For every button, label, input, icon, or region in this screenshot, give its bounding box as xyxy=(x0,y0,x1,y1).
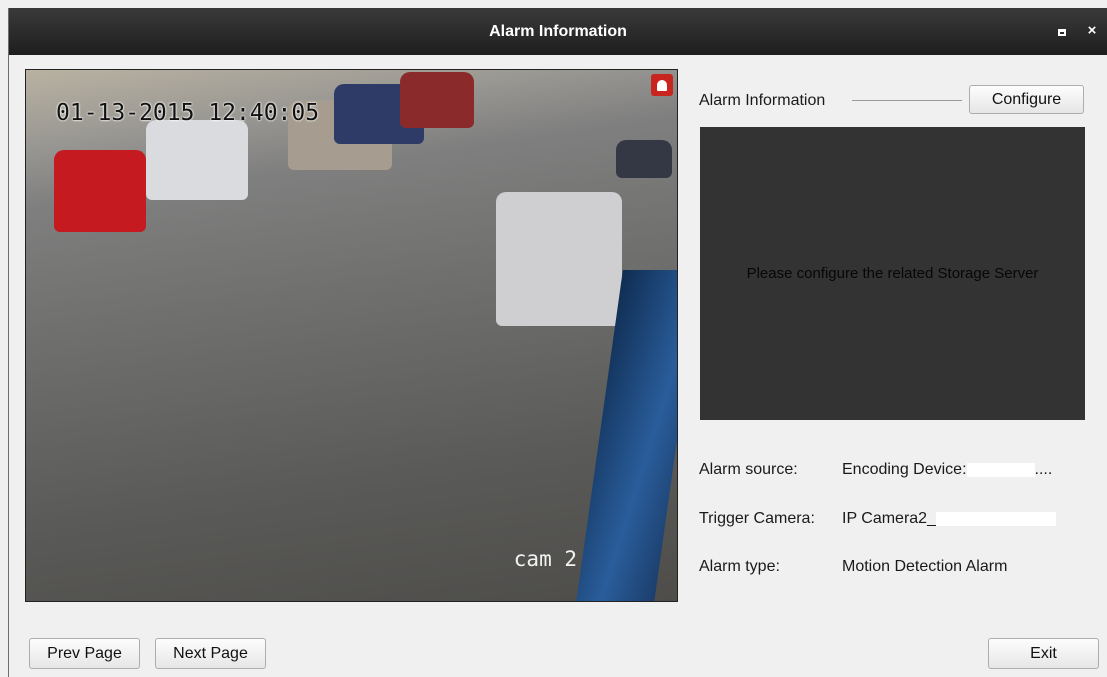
configure-button[interactable]: Configure xyxy=(969,85,1084,114)
alarm-source-label: Alarm source: xyxy=(699,461,798,478)
window-title: Alarm Information xyxy=(489,22,627,40)
maximize-icon[interactable] xyxy=(1053,22,1071,40)
scene-car xyxy=(54,150,146,232)
video-timestamp: 01-13-2015 12:40:05 xyxy=(56,100,320,126)
scene-car xyxy=(616,140,672,178)
alarm-type-label: Alarm type: xyxy=(699,558,780,575)
trigger-camera-prefix: IP Camera2_ xyxy=(842,510,936,527)
close-icon[interactable]: × xyxy=(1083,22,1101,40)
storage-playback-panel: Please configure the related Storage Ser… xyxy=(700,127,1085,420)
scene-car xyxy=(400,72,474,128)
bell-icon xyxy=(651,74,673,96)
camera-snapshot: 01-13-2015 12:40:05 cam 2 xyxy=(25,69,678,602)
alarm-type-value: Motion Detection Alarm xyxy=(842,558,1008,575)
scene-car xyxy=(496,192,622,326)
exit-button[interactable]: Exit xyxy=(988,638,1099,669)
video-camera-label: cam 2 xyxy=(513,547,577,571)
scene-car xyxy=(146,120,248,200)
trigger-camera-value: IP Camera2_ xyxy=(842,510,1056,528)
redaction xyxy=(966,462,1035,477)
alarm-information-window: Alarm Information × 01-13-2015 12:40:05 … xyxy=(8,8,1107,677)
alarm-source-value: Encoding Device:.... xyxy=(842,461,1052,479)
storage-message: Please configure the related Storage Ser… xyxy=(746,265,1039,282)
trigger-camera-label: Trigger Camera: xyxy=(699,510,815,527)
alarm-section-title: Alarm Information xyxy=(699,92,826,109)
title-bar[interactable]: Alarm Information × xyxy=(9,8,1107,55)
alarm-source-prefix: Encoding Device: xyxy=(842,461,967,478)
section-divider xyxy=(852,100,962,101)
alarm-source-suffix: .... xyxy=(1034,461,1053,478)
next-page-button[interactable]: Next Page xyxy=(155,638,266,669)
redaction xyxy=(935,511,1056,526)
prev-page-button[interactable]: Prev Page xyxy=(29,638,140,669)
